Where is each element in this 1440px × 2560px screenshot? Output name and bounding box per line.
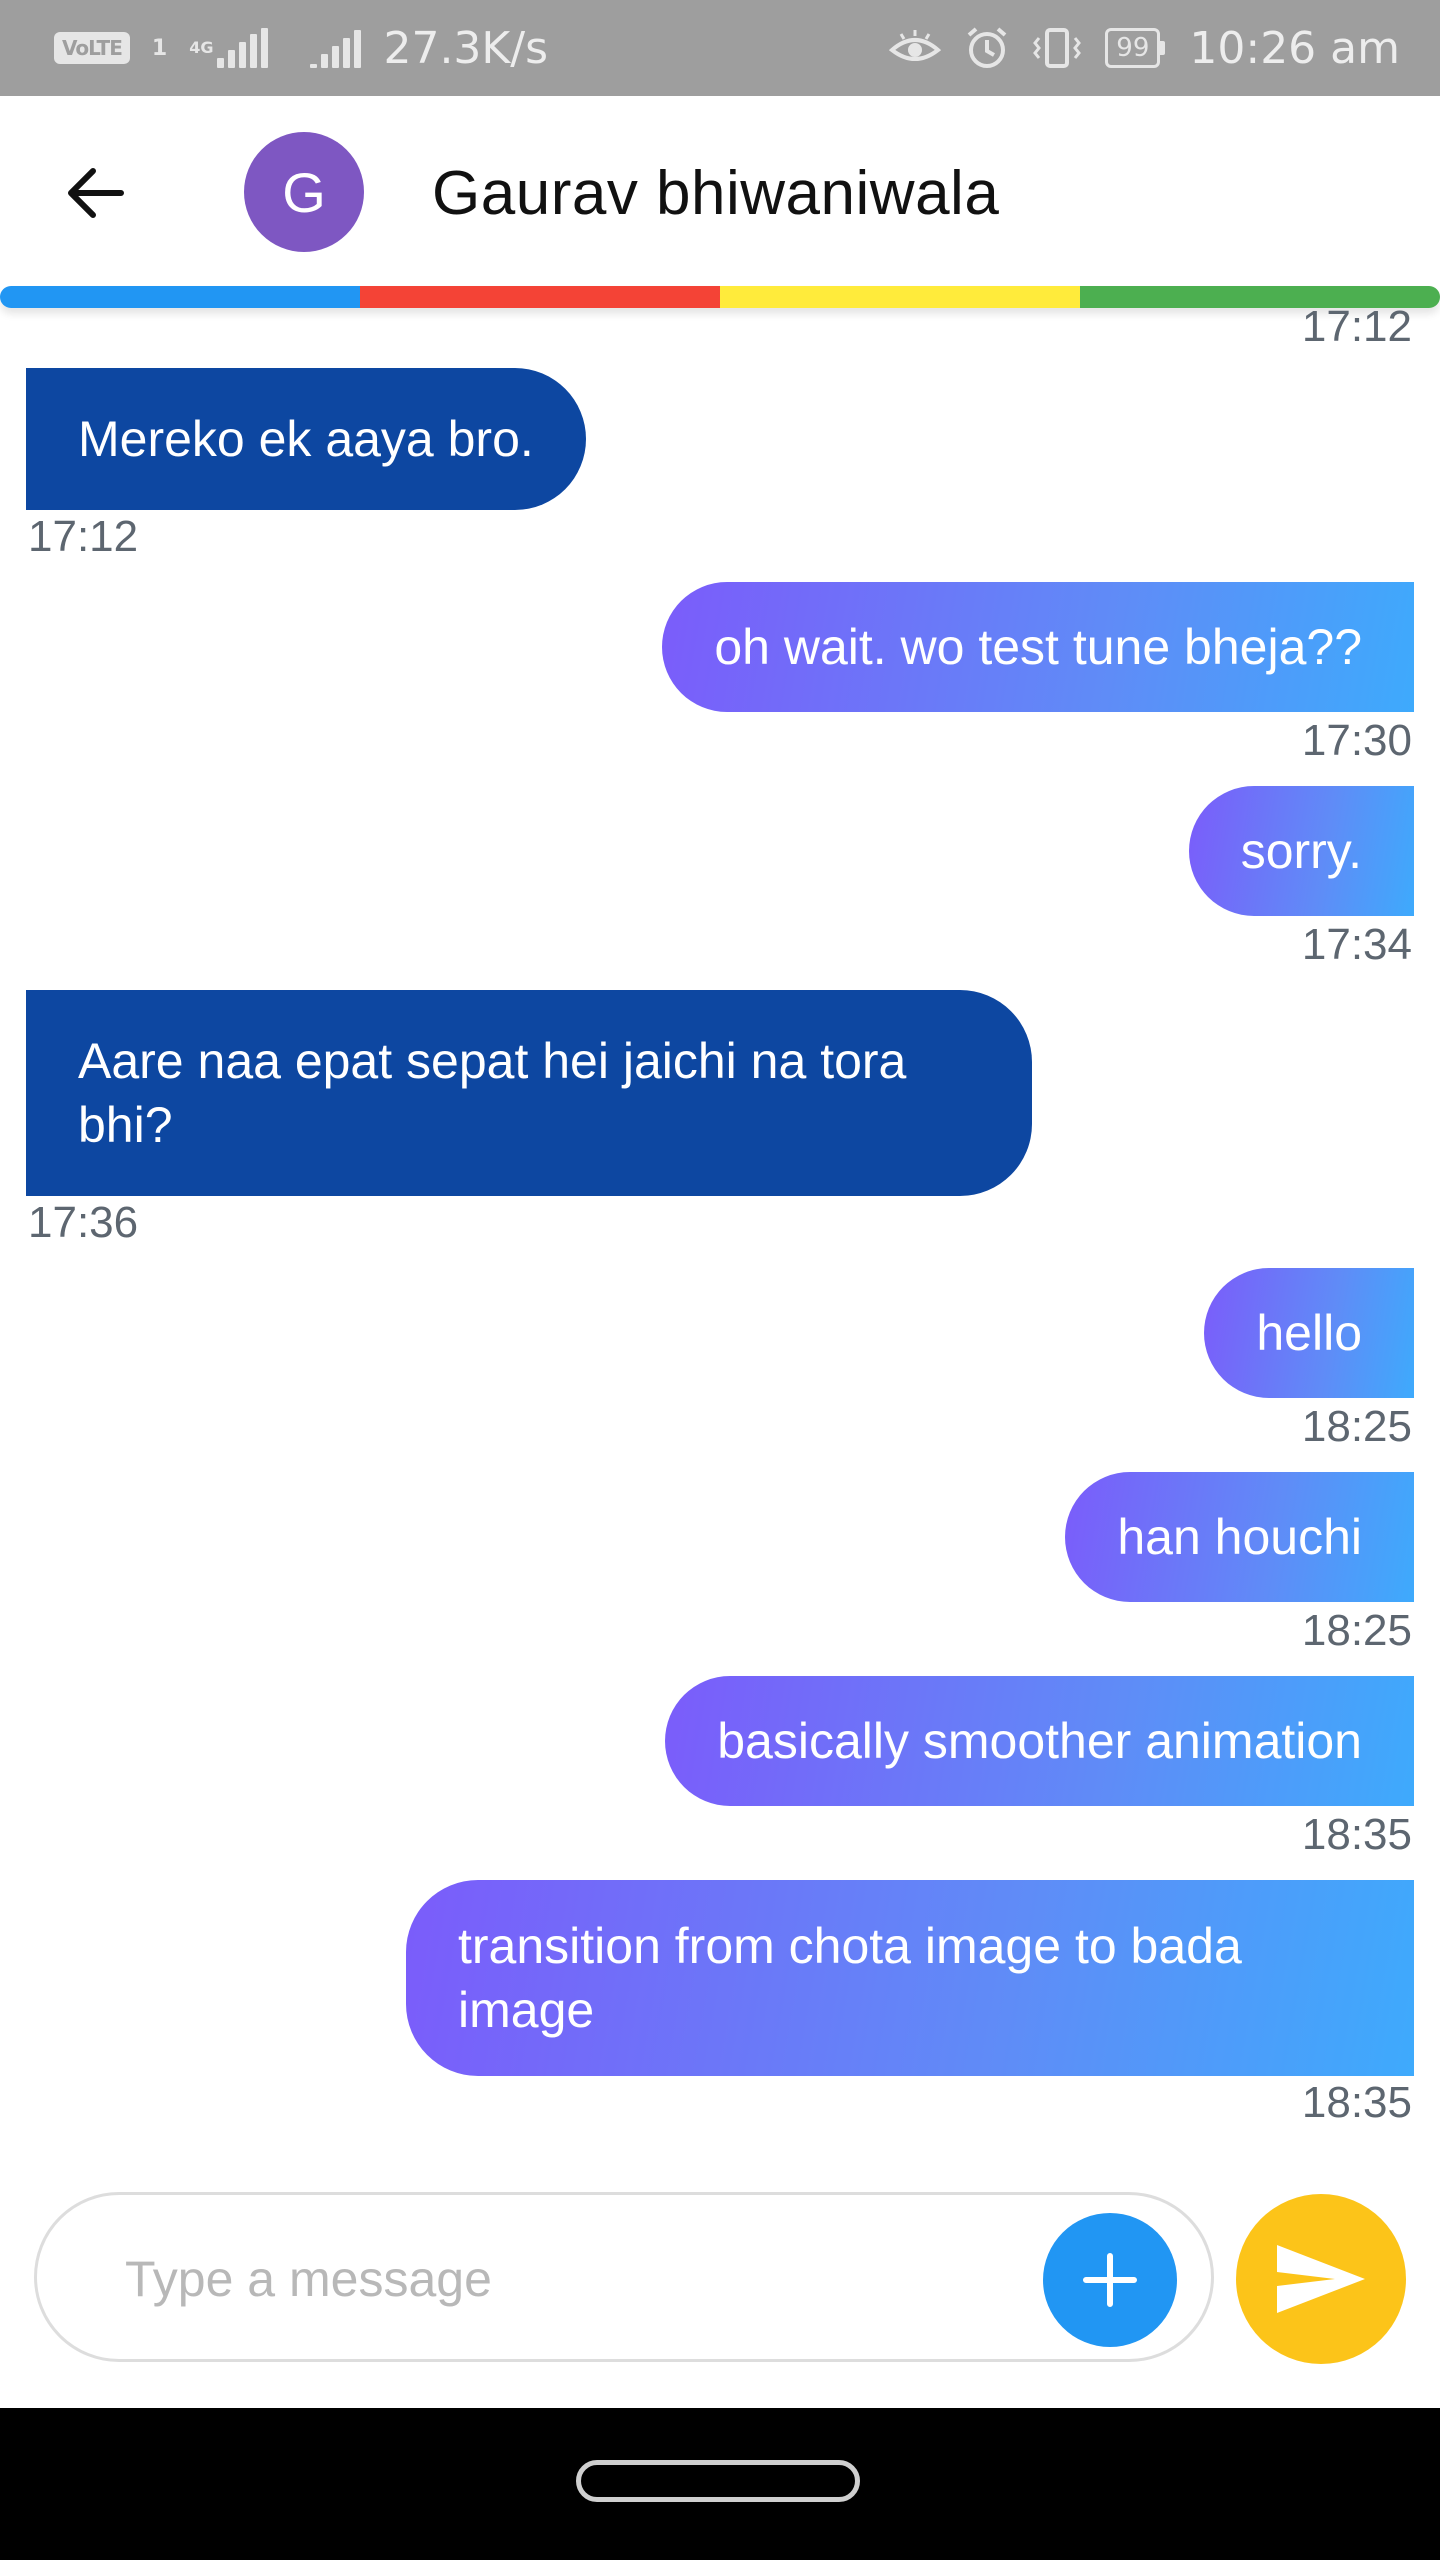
message-timestamp: 18:35 xyxy=(1301,2078,1412,2127)
status-right: 99 10:26 am xyxy=(889,0,1400,96)
eye-comfort-icon xyxy=(889,28,942,68)
vibrate-icon xyxy=(1033,26,1082,70)
message-text: basically smoother animation xyxy=(717,1713,1362,1769)
message-text: sorry. xyxy=(1240,823,1362,879)
arrow-left-icon xyxy=(68,168,124,218)
volte-badge: VoLTE xyxy=(54,32,130,64)
message-bubble-outgoing[interactable]: han houchi xyxy=(1065,1472,1414,1602)
message-timestamp: 18:25 xyxy=(1301,1606,1412,1655)
battery-level: 99 xyxy=(1105,28,1161,68)
contact-name[interactable]: Gaurav bhiwaniwala xyxy=(432,158,999,229)
message-timestamp: 17:12 xyxy=(1301,302,1412,351)
send-button[interactable] xyxy=(1236,2194,1406,2364)
add-attachment-button[interactable] xyxy=(1043,2213,1177,2347)
message-timestamp: 17:36 xyxy=(28,1198,139,1247)
message-timestamp: 17:12 xyxy=(28,512,139,561)
chat-header: G Gaurav bhiwaniwala xyxy=(0,96,1440,286)
message-timestamp: 17:30 xyxy=(1301,716,1412,765)
net-speed: 27.3K/s xyxy=(383,22,549,74)
message-bubble-outgoing[interactable]: basically smoother animation xyxy=(665,1676,1414,1806)
avatar[interactable]: G xyxy=(244,132,364,252)
battery-icon: 99 xyxy=(1105,28,1166,68)
message-bubble-outgoing[interactable]: transition from chota image to bada imag… xyxy=(406,1880,1414,2076)
message-text: hello xyxy=(1256,1305,1362,1361)
cell-signal-icon: 4G xyxy=(189,28,269,68)
home-gesture-bar[interactable] xyxy=(576,2460,860,2502)
message-text: transition from chota image to bada imag… xyxy=(458,1918,1242,2038)
status-clock: 10:26 am xyxy=(1189,22,1400,74)
message-text: oh wait. wo test tune bheja?? xyxy=(714,619,1362,675)
back-button[interactable] xyxy=(52,150,138,236)
status-left: VoLTE 1 4G 27.3K/s xyxy=(54,0,548,96)
message-text: han houchi xyxy=(1117,1509,1362,1565)
send-icon xyxy=(1277,2245,1365,2313)
message-bubble-incoming[interactable]: Mereko ek aaya bro. xyxy=(26,368,586,510)
message-timestamp: 17:34 xyxy=(1301,920,1412,969)
message-input[interactable] xyxy=(123,2235,1027,2323)
message-composer xyxy=(34,2192,1214,2362)
message-timestamp: 18:35 xyxy=(1301,1810,1412,1859)
message-bubble-outgoing[interactable]: oh wait. wo test tune bheja?? xyxy=(662,582,1414,712)
message-bubble-outgoing[interactable]: sorry. xyxy=(1188,786,1414,916)
message-timestamp: 18:25 xyxy=(1301,1402,1412,1451)
message-text: Aare naa epat sepat hei jaichi na tora b… xyxy=(78,1033,907,1153)
message-bubble-outgoing[interactable]: hello xyxy=(1204,1268,1414,1398)
network-type: 4G xyxy=(189,38,214,57)
message-text: Mereko ek aaya bro. xyxy=(78,411,534,467)
sim-slot: 1 xyxy=(151,35,168,61)
system-nav-bar xyxy=(0,2408,1440,2560)
plus-icon xyxy=(1083,2253,1137,2307)
alarm-icon xyxy=(965,26,1009,70)
message-bubble-incoming[interactable]: Aare naa epat sepat hei jaichi na tora b… xyxy=(26,990,1032,1196)
status-bar: VoLTE 1 4G 27.3K/s 99 10:26 am xyxy=(0,0,1440,96)
rainbow-divider xyxy=(0,286,1440,308)
cell-signal-2-icon xyxy=(310,28,362,68)
